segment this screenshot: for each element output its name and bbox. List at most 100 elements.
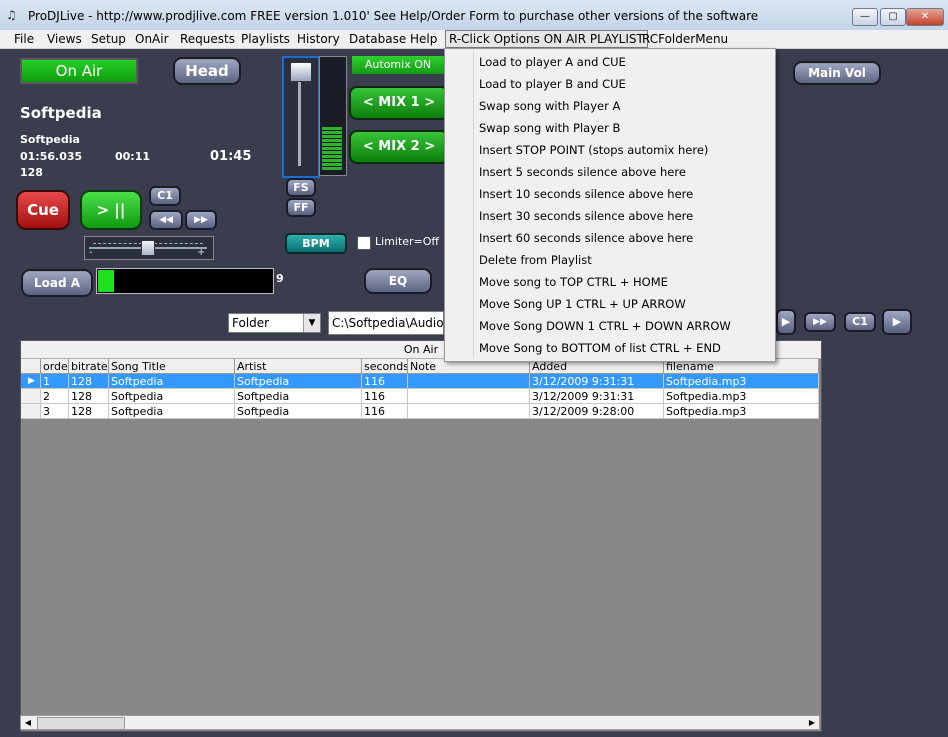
time-elapsed: 01:56.035 <box>20 150 83 163</box>
bpm-button[interactable]: BPM <box>285 233 347 254</box>
scroll-left-icon[interactable]: ◀ <box>21 716 35 729</box>
cell-song-title: Softpedia <box>109 389 235 404</box>
cell-seconds: 116 <box>362 404 408 419</box>
head-button[interactable]: Head <box>173 57 241 85</box>
pitch-plus-label: + <box>197 247 206 258</box>
cue-button[interactable]: Cue <box>16 190 70 230</box>
header-orde[interactable]: orde <box>41 359 69 374</box>
menu-bar: File Views Setup OnAir Requests Playlist… <box>0 30 948 49</box>
pitch-slider[interactable]: - + <box>84 236 214 260</box>
cell-song-title: Softpedia <box>109 404 235 419</box>
menu-playlists[interactable]: Playlists <box>241 30 290 48</box>
forward-button[interactable]: ▶▶ <box>185 210 217 230</box>
window-title: ProDJLive - http://www.prodjlive.com FRE… <box>28 9 759 23</box>
pitch-slider-thumb[interactable] <box>141 240 155 256</box>
header-song-title[interactable]: Song Title <box>109 359 235 374</box>
cell-seconds: 116 <box>362 389 408 404</box>
menu-file[interactable]: File <box>14 30 34 48</box>
cell-note <box>408 374 530 389</box>
cell-seconds: 116 <box>362 374 408 389</box>
on-air-indicator[interactable]: On Air <box>20 58 138 84</box>
scroll-right-icon[interactable]: ▶ <box>805 716 819 729</box>
level-meter-fill <box>98 270 114 292</box>
horizontal-scrollbar[interactable]: ◀ ▶ <box>20 715 820 730</box>
path-field[interactable]: C:\Softpedia\Audio <box>328 311 444 335</box>
channel-fader-thumb[interactable] <box>290 62 312 82</box>
cell-bitrate: 128 <box>69 389 109 404</box>
menu-help[interactable]: Help <box>410 30 437 48</box>
eq-button[interactable]: EQ <box>364 268 432 294</box>
mix2-button[interactable]: < MIX 2 > <box>349 130 449 164</box>
load-a-button[interactable]: Load A <box>21 269 93 297</box>
minimize-button[interactable]: — <box>852 8 878 26</box>
menu-insert-10s-silence[interactable]: Insert 10 seconds silence above here <box>479 187 693 201</box>
mix1-button[interactable]: < MIX 1 > <box>349 86 449 120</box>
cell-added: 3/12/2009 9:28:00 <box>530 404 664 419</box>
player-b-c1-button[interactable]: C1 <box>844 312 876 332</box>
menu-insert-stop-point[interactable]: Insert STOP POINT (stops automix here) <box>479 143 708 157</box>
folder-select[interactable]: Folder ▼ <box>228 313 321 333</box>
forward-icon[interactable]: ▶▶ <box>804 312 836 332</box>
menu-swap-player-b[interactable]: Swap song with Player B <box>479 121 620 135</box>
close-button[interactable]: ✕ <box>906 8 944 26</box>
cell-artist: Softpedia <box>235 389 362 404</box>
cell-orde: 1 <box>41 374 69 389</box>
fs-button[interactable]: FS <box>286 178 316 197</box>
main-vol-button[interactable]: Main Vol <box>793 61 881 85</box>
menu-load-player-a[interactable]: Load to player A and CUE <box>479 55 626 69</box>
cell-artist: Softpedia <box>235 374 362 389</box>
cell-filename: Softpedia.mp3 <box>664 389 819 404</box>
limiter-label: Limiter=Off <box>375 235 440 248</box>
header-artist[interactable]: Artist <box>235 359 362 374</box>
menu-swap-player-a[interactable]: Swap song with Player A <box>479 99 620 113</box>
menu-views[interactable]: Views <box>47 30 82 48</box>
menu-move-down-1[interactable]: Move Song DOWN 1 CTRL + DOWN ARROW <box>479 319 731 333</box>
playlist-grid[interactable]: On Air orde bitrate Song Title Artist se… <box>20 340 822 732</box>
menu-move-to-bottom[interactable]: Move Song to BOTTOM of list CTRL + END <box>479 341 721 355</box>
menu-insert-60s-silence[interactable]: Insert 60 seconds silence above here <box>479 231 693 245</box>
cell-orde: 2 <box>41 389 69 404</box>
menu-move-up-1[interactable]: Move Song UP 1 CTRL + UP ARROW <box>479 297 686 311</box>
ff-button[interactable]: FF <box>286 198 316 217</box>
menu-load-player-b[interactable]: Load to player B and CUE <box>479 77 626 91</box>
row-indicator <box>21 389 41 404</box>
menu-rcfoldermenu[interactable]: RCFolderMenu <box>642 30 728 48</box>
row-indicator <box>21 404 41 419</box>
table-row[interactable]: 2 128 Softpedia Softpedia 116 3/12/2009 … <box>21 389 819 404</box>
rewind-button[interactable]: ◀◀ <box>149 210 183 230</box>
vu-meter <box>319 56 347 176</box>
menu-database[interactable]: Database <box>349 30 406 48</box>
menu-insert-30s-silence[interactable]: Insert 30 seconds silence above here <box>479 209 693 223</box>
rclick-options-menu: Load to player A and CUE Load to player … <box>444 48 776 362</box>
scroll-thumb[interactable] <box>37 717 125 730</box>
c1-button[interactable]: C1 <box>149 186 181 206</box>
cell-added: 3/12/2009 9:31:31 <box>530 374 664 389</box>
time-mid: 00:11 <box>115 150 151 163</box>
song-title-small: Softpedia <box>20 133 80 146</box>
chevron-down-icon[interactable]: ▼ <box>303 314 320 332</box>
player-b-play-icon[interactable]: ▶ <box>882 309 912 335</box>
channel-fader[interactable] <box>282 56 320 178</box>
automix-button[interactable]: Automix ON <box>352 56 444 74</box>
header-bitrate[interactable]: bitrate <box>69 359 109 374</box>
menu-delete-from-playlist[interactable]: Delete from Playlist <box>479 253 592 267</box>
song-title-large: Softpedia <box>20 104 102 122</box>
menu-rclick-options[interactable]: R-Click Options ON AIR PLAYLIST <box>445 30 648 48</box>
play-pause-button[interactable]: > || <box>80 190 142 230</box>
title-bar: ♫ ProDJLive - http://www.prodjlive.com F… <box>0 0 948 31</box>
play-right-icon[interactable]: ▶ <box>776 309 796 335</box>
header-indicator <box>21 359 41 374</box>
table-row[interactable]: ▶ 1 128 Softpedia Softpedia 116 3/12/200… <box>21 374 819 389</box>
cell-filename: Softpedia.mp3 <box>664 404 819 419</box>
menu-move-to-top[interactable]: Move song to TOP CTRL + HOME <box>479 275 668 289</box>
menu-onair[interactable]: OnAir <box>135 30 169 48</box>
menu-setup[interactable]: Setup <box>91 30 126 48</box>
menu-insert-5s-silence[interactable]: Insert 5 seconds silence above here <box>479 165 686 179</box>
header-seconds[interactable]: seconds <box>362 359 408 374</box>
menu-history[interactable]: History <box>297 30 340 48</box>
cell-orde: 3 <box>41 404 69 419</box>
limiter-checkbox[interactable] <box>357 236 371 250</box>
maximize-button[interactable]: ▢ <box>880 8 906 26</box>
menu-requests[interactable]: Requests <box>180 30 235 48</box>
table-row[interactable]: 3 128 Softpedia Softpedia 116 3/12/2009 … <box>21 404 819 419</box>
